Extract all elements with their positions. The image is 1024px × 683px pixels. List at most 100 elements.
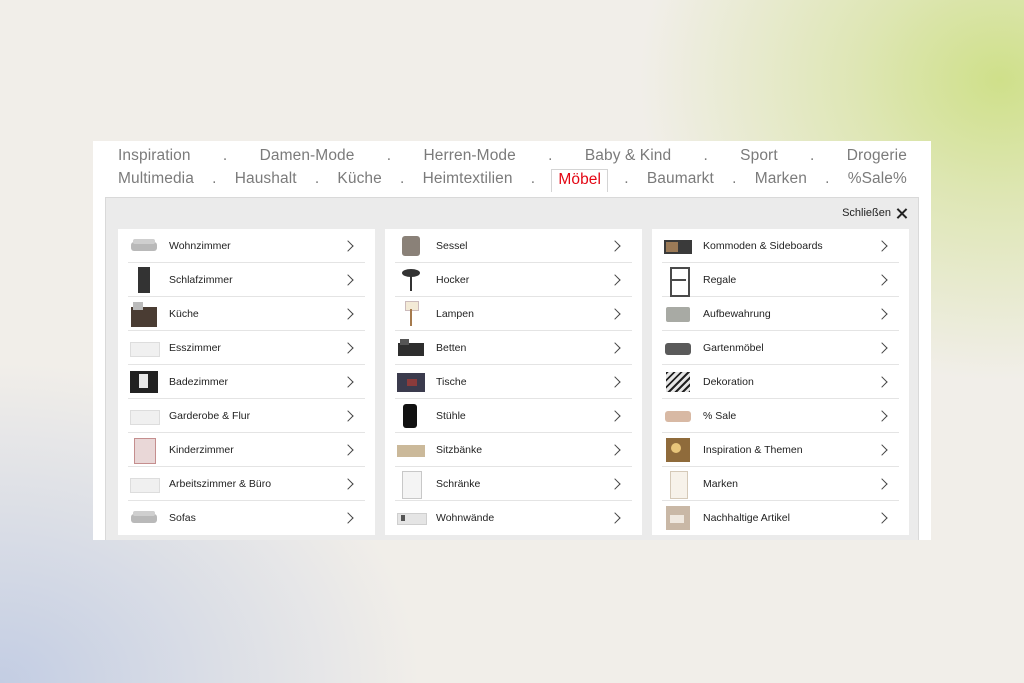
- category-item-kinderzimmer[interactable]: Kinderzimmer: [128, 433, 365, 467]
- nav-link-drogerie[interactable]: Drogerie: [845, 147, 909, 165]
- hallway-thumbnail-icon: [130, 403, 160, 429]
- chevron-right-icon: [342, 443, 354, 456]
- nav-link-baumarkt[interactable]: Baumarkt: [645, 170, 716, 188]
- category-label: Marken: [703, 477, 739, 490]
- sale-sofa-thumbnail-icon: [664, 403, 692, 429]
- chevron-right-icon: [876, 239, 888, 252]
- category-item-dekoration[interactable]: Dekoration: [662, 365, 899, 399]
- bed-thumbnail-icon: [397, 335, 425, 361]
- nav-link-sale[interactable]: %Sale%: [846, 170, 909, 188]
- category-flyout: Schließen Wohnzimmer Schlafzimmer Küche: [105, 197, 919, 540]
- category-label: Sessel: [436, 239, 468, 252]
- category-item-hocker[interactable]: Hocker: [395, 263, 632, 297]
- category-item-sessel[interactable]: Sessel: [395, 229, 632, 263]
- chevron-right-icon: [342, 273, 354, 286]
- category-label: Schlafzimmer: [169, 273, 233, 286]
- category-label: Tische: [436, 375, 467, 388]
- nav-link-herren-mode[interactable]: Herren-Mode: [421, 147, 517, 165]
- nav-separator: .: [530, 170, 536, 187]
- nav-link-marken[interactable]: Marken: [753, 170, 809, 188]
- nav-link-haushalt[interactable]: Haushalt: [233, 170, 299, 188]
- category-item-nachhaltige-artikel[interactable]: Nachhaltige Artikel: [662, 501, 899, 535]
- category-label: Nachhaltige Artikel: [703, 512, 790, 524]
- category-item-wohnwaende[interactable]: Wohnwände: [395, 501, 632, 535]
- mega-menu-panel: Inspiration . Damen-Mode . Herren-Mode .…: [93, 141, 931, 540]
- close-icon: [896, 208, 907, 219]
- category-label: Wohnwände: [436, 512, 495, 524]
- category-item-garderobe-flur[interactable]: Garderobe & Flur: [128, 399, 365, 433]
- chevron-right-icon: [609, 477, 621, 490]
- category-label: Sitzbänke: [436, 443, 483, 456]
- close-button[interactable]: Schließen: [842, 205, 907, 221]
- nav-link-inspiration[interactable]: Inspiration: [116, 147, 193, 165]
- category-label: Arbeitszimmer & Büro: [169, 477, 272, 490]
- bathroom-cabinet-thumbnail-icon: [130, 369, 158, 395]
- chevron-right-icon: [876, 341, 888, 354]
- nav-separator: .: [386, 147, 392, 164]
- chevron-right-icon: [609, 341, 621, 354]
- category-label: Schränke: [436, 477, 481, 490]
- bench-thumbnail-icon: [397, 437, 425, 463]
- category-item-schraenke[interactable]: Schränke: [395, 467, 632, 501]
- category-item-aufbewahrung[interactable]: Aufbewahrung: [662, 297, 899, 331]
- category-item-gartenmoebel[interactable]: Gartenmöbel: [662, 331, 899, 365]
- chevron-right-icon: [609, 307, 621, 320]
- desk-thumbnail-icon: [130, 471, 160, 497]
- category-label: Wohnzimmer: [169, 239, 231, 252]
- chevron-right-icon: [342, 477, 354, 490]
- category-item-lampen[interactable]: Lampen: [395, 297, 632, 331]
- floor-lamp-thumbnail-icon: [397, 300, 425, 327]
- chevron-right-icon: [609, 409, 621, 422]
- category-item-badezimmer[interactable]: Badezimmer: [128, 365, 365, 399]
- category-item-schlafzimmer[interactable]: Schlafzimmer: [128, 263, 365, 297]
- chevron-right-icon: [609, 512, 621, 524]
- shelf-thumbnail-icon: [664, 266, 692, 297]
- brands-thumbnail-icon: [664, 470, 692, 499]
- category-item-arbeitszimmer-buero[interactable]: Arbeitszimmer & Büro: [128, 467, 365, 501]
- category-item-inspiration-themen[interactable]: Inspiration & Themen: [662, 433, 899, 467]
- chevron-right-icon: [876, 443, 888, 456]
- nav-link-moebel-active[interactable]: Möbel: [551, 168, 609, 192]
- nav-link-multimedia[interactable]: Multimedia: [116, 170, 196, 188]
- category-item-marken[interactable]: Marken: [662, 467, 899, 501]
- category-label: Inspiration & Themen: [703, 443, 803, 456]
- sofa-thumbnail-icon: [130, 505, 158, 531]
- wardrobe-thumbnail-icon: [397, 470, 425, 499]
- nav-separator: .: [732, 170, 737, 187]
- nav-link-damen-mode[interactable]: Damen-Mode: [258, 147, 357, 165]
- main-navigation: Inspiration . Damen-Mode . Herren-Mode .…: [93, 141, 931, 197]
- category-label: Hocker: [436, 273, 470, 286]
- nav-separator: .: [212, 170, 217, 187]
- category-label: Betten: [436, 341, 467, 354]
- office-chair-thumbnail-icon: [397, 403, 425, 429]
- nav-link-heimtextilien[interactable]: Heimtextilien: [421, 170, 515, 188]
- category-label: Kinderzimmer: [169, 443, 234, 456]
- category-label: Kommoden & Sideboards: [703, 239, 823, 252]
- chevron-right-icon: [876, 375, 888, 388]
- category-item-sofas[interactable]: Sofas: [128, 501, 365, 535]
- category-item-sitzbaenke[interactable]: Sitzbänke: [395, 433, 632, 467]
- category-item-regale[interactable]: Regale: [662, 263, 899, 297]
- chevron-right-icon: [342, 375, 354, 388]
- category-item-stuehle[interactable]: Stühle: [395, 399, 632, 433]
- category-label: Aufbewahrung: [703, 307, 771, 320]
- decoration-thumbnail-icon: [664, 369, 692, 395]
- category-label: Badezimmer: [169, 375, 228, 388]
- stool-thumbnail-icon: [397, 267, 425, 293]
- nav-separator: .: [703, 147, 708, 164]
- nav-link-sport[interactable]: Sport: [738, 147, 780, 165]
- category-item-esszimmer[interactable]: Esszimmer: [128, 331, 365, 365]
- chevron-right-icon: [609, 239, 621, 252]
- table-thumbnail-icon: [397, 369, 425, 395]
- category-item-kueche[interactable]: Küche: [128, 297, 365, 331]
- nav-link-baby-kind[interactable]: Baby & Kind: [583, 147, 673, 165]
- category-item-wohnzimmer[interactable]: Wohnzimmer: [128, 229, 365, 263]
- category-item-tische[interactable]: Tische: [395, 365, 632, 399]
- nav-separator: .: [810, 147, 815, 164]
- category-item-betten[interactable]: Betten: [395, 331, 632, 365]
- chevron-right-icon: [342, 341, 354, 354]
- nav-link-kueche[interactable]: Küche: [335, 170, 383, 188]
- category-item-kommoden-sideboards[interactable]: Kommoden & Sideboards: [662, 229, 899, 263]
- category-item-sale[interactable]: % Sale: [662, 399, 899, 433]
- chevron-right-icon: [876, 512, 888, 524]
